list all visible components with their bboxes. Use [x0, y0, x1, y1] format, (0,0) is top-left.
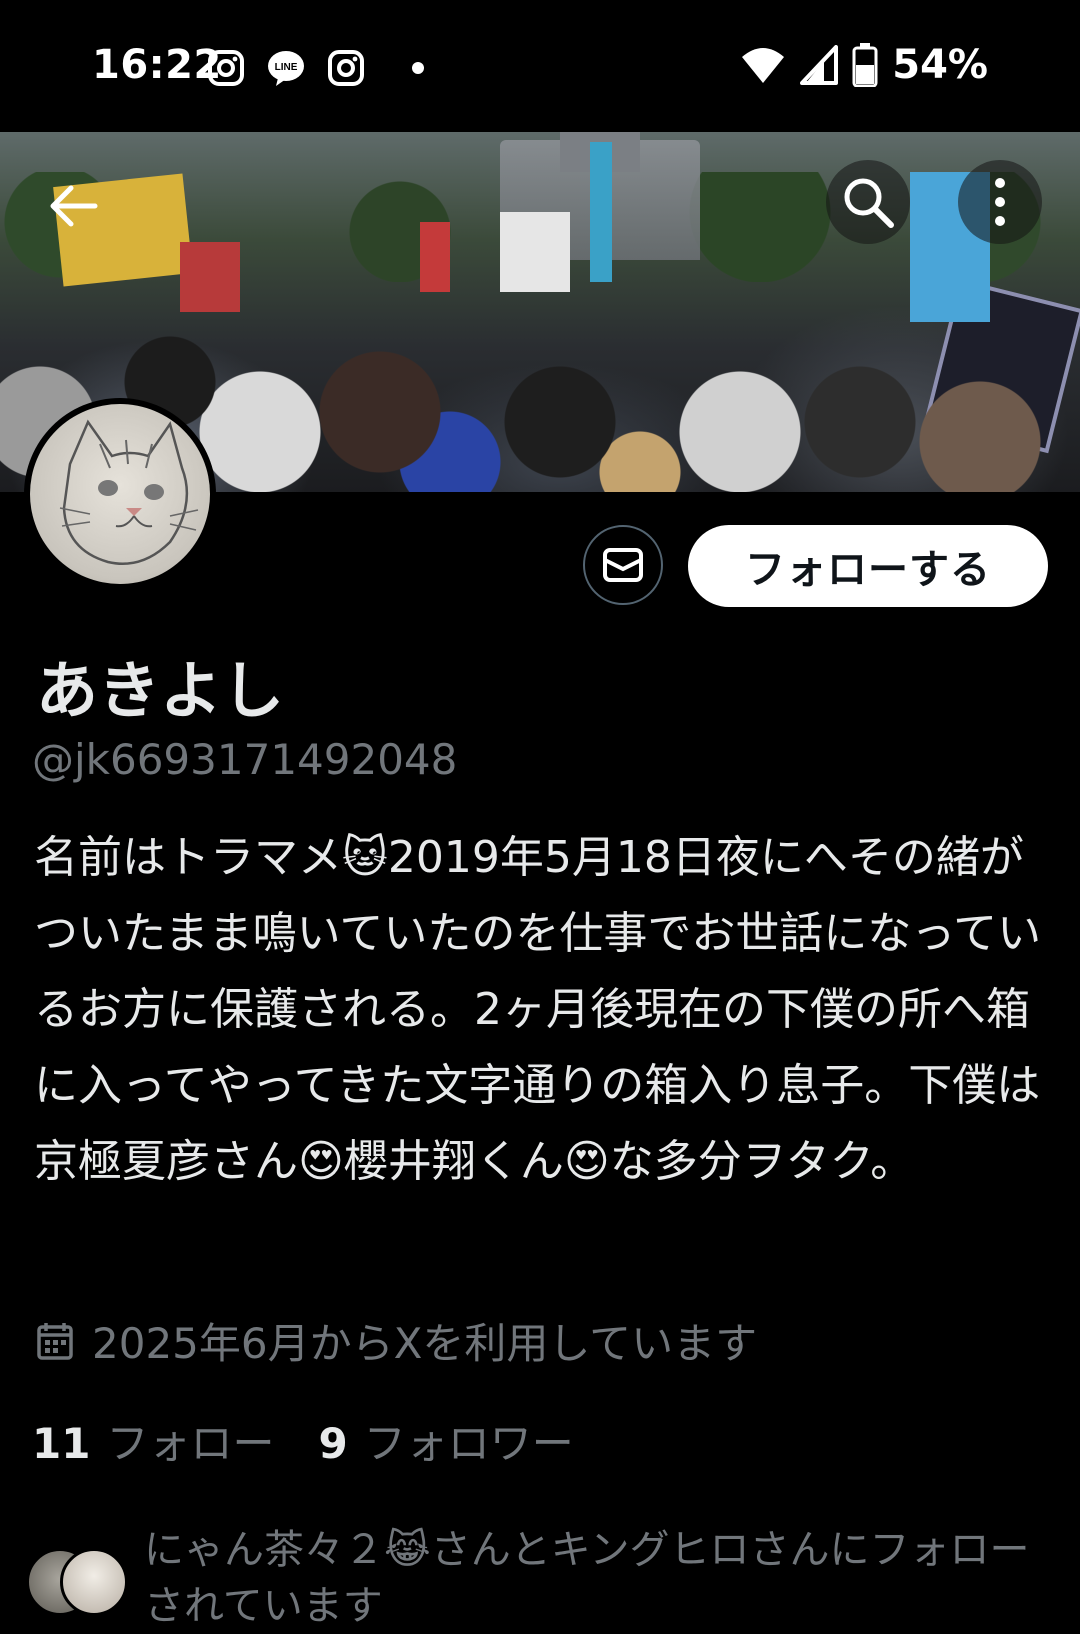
- followed-by-text: にゃん茶々２😹さんとキングヒロさんにフォローされています: [144, 1527, 1030, 1629]
- following-label: フォロー: [106, 1419, 275, 1468]
- signal-icon: [800, 45, 839, 85]
- message-button[interactable]: [583, 525, 663, 605]
- joined-date: 2025年6月からXを利用しています: [36, 1310, 757, 1371]
- status-time: 16:22: [92, 42, 222, 88]
- followers-link[interactable]: 9 フォロワー: [318, 1410, 617, 1471]
- status-bar: 16:22 LINE 54%: [0, 0, 1080, 132]
- avatar-image: [30, 404, 210, 584]
- instagram-icon: [208, 50, 244, 86]
- followers-label: フォロワー: [363, 1419, 574, 1468]
- followed-by-avatars: [26, 1548, 128, 1618]
- mail-icon: [603, 548, 643, 582]
- joined-text: 2025年6月からXを利用しています: [92, 1319, 758, 1368]
- search-icon: [844, 178, 894, 228]
- following-count: 11: [32, 1419, 91, 1468]
- banner-banner-flag: [590, 142, 612, 282]
- notification-dot: [412, 62, 424, 74]
- line-label: LINE: [275, 62, 298, 73]
- search-button[interactable]: [826, 160, 910, 244]
- avatar: [60, 1548, 128, 1616]
- followed-by-row[interactable]: にゃん茶々２😹さんとキングヒロさんにフォローされています: [26, 1522, 1049, 1634]
- instagram-icon: [328, 50, 364, 86]
- more-options-button[interactable]: [958, 160, 1042, 244]
- followers-count: 9: [318, 1419, 348, 1468]
- follow-button[interactable]: フォローする: [688, 525, 1048, 607]
- calendar-icon: [37, 1322, 73, 1360]
- back-button[interactable]: [32, 164, 116, 248]
- battery-percentage: 54%: [892, 42, 988, 88]
- arrow-left-icon: [50, 185, 98, 227]
- battery-icon: [852, 43, 878, 87]
- more-vertical-icon: [995, 178, 1005, 226]
- user-handle: @jk6693171492048: [32, 735, 458, 784]
- status-right: 54%: [740, 42, 988, 88]
- cat-drawing-icon: [59, 419, 199, 566]
- profile-avatar[interactable]: [24, 398, 216, 590]
- follow-counts: 11 フォロー 9 フォロワー: [32, 1410, 618, 1471]
- profile-bio: 名前はトラマメ🐱2019年5月18日夜にへその緒がついたまま鳴いていたのを仕事で…: [34, 832, 1042, 1187]
- display-name: あきよし: [36, 654, 285, 727]
- following-link[interactable]: 11 フォロー: [32, 1410, 318, 1471]
- line-icon: LINE: [268, 51, 304, 86]
- wifi-icon: [742, 48, 785, 83]
